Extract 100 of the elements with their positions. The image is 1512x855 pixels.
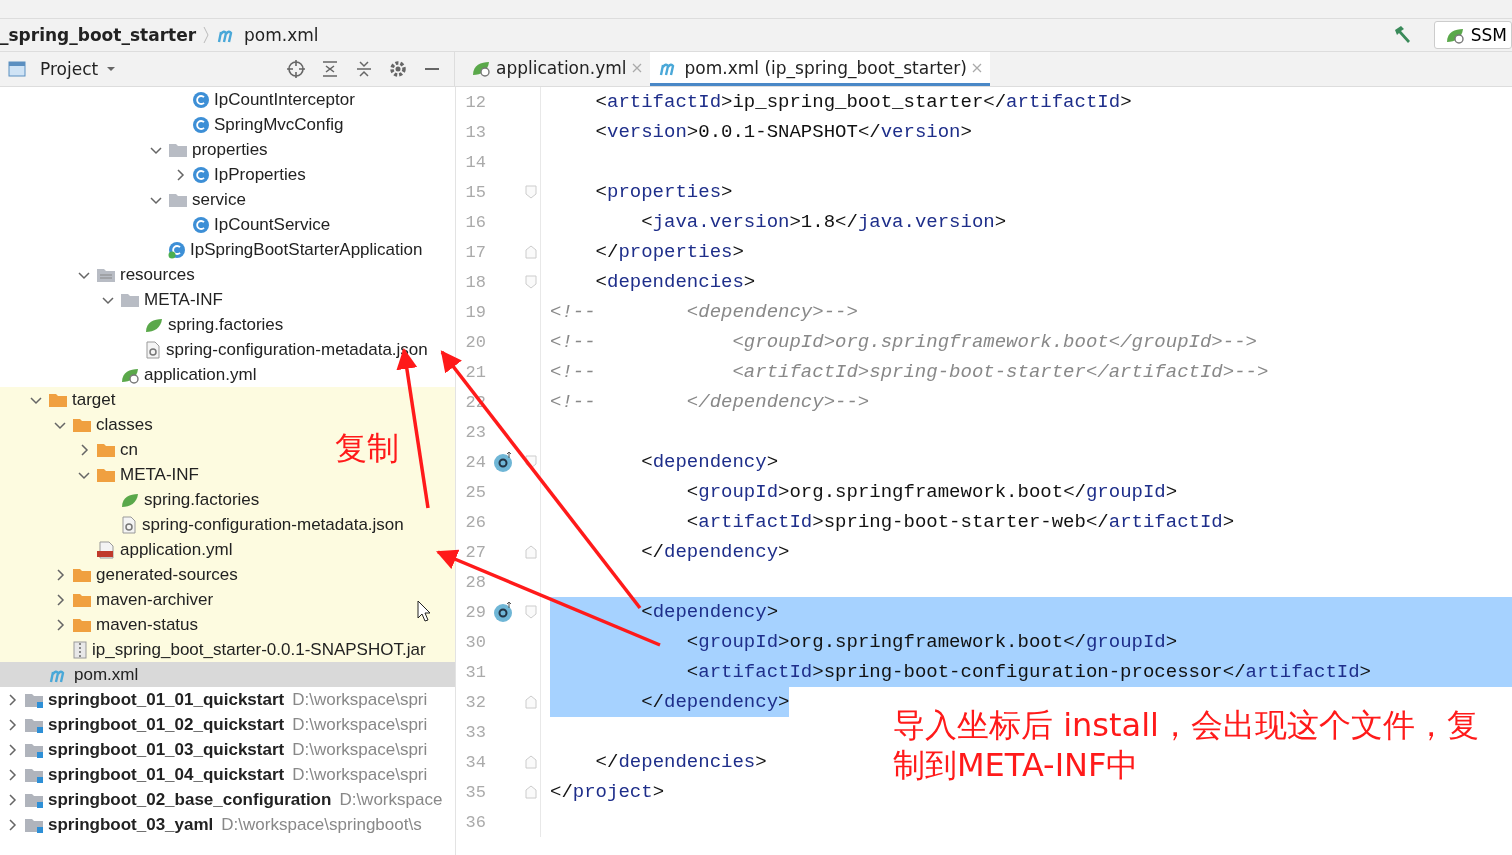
yaml-file-icon (96, 540, 116, 559)
collapsed-chevron-icon[interactable] (6, 793, 18, 806)
fold-start-icon[interactable] (525, 275, 537, 289)
line-number: 30 (464, 632, 486, 652)
settings-icon[interactable] (388, 59, 408, 79)
locate-icon[interactable] (286, 59, 306, 79)
annotation-text: 导入坐标后 install，会出现这个文件，复制到META-INF中 (893, 705, 1480, 785)
line-number: 27 (464, 542, 486, 562)
annotation-text: 复制 (335, 428, 399, 468)
code-line: <!-- </dependency>--> (550, 391, 870, 413)
tree-item[interactable]: springboot_02_base_configuration D:\workspace (4, 787, 443, 812)
line-number: 35 (464, 782, 486, 802)
line-number: 32 (464, 692, 486, 712)
override-marker-icon[interactable] (493, 451, 515, 473)
fold-start-icon[interactable] (525, 185, 537, 199)
collapsed-chevron-icon[interactable] (6, 743, 18, 756)
breadcrumb-file[interactable]: pom.xml (244, 25, 319, 45)
code-line: <version>0.0.1-SNAPSHOT</version> (594, 121, 972, 143)
line-number: 36 (464, 812, 486, 832)
line-number: 18 (464, 272, 486, 292)
editor-tab[interactable]: pom.xml (ip_spring_boot_starter) (649, 52, 990, 86)
tree-item[interactable]: springboot_01_01_quickstart D:\workspace\spri (4, 687, 428, 712)
code-line: <properties> (594, 181, 733, 203)
tree-item[interactable]: cn (76, 437, 138, 462)
collapsed-chevron-icon[interactable] (54, 568, 66, 581)
tree-item[interactable]: IpSpringBootStarterApplication (148, 237, 423, 262)
fold-start-icon[interactable] (525, 605, 537, 619)
code-line: <!-- <artifactId>spring-boot-starter</artifactId>--> (550, 361, 1269, 383)
code-line: <artifactId>spring-boot-configuration-processor</artifactId> (685, 661, 1371, 683)
line-number: 12 (464, 92, 486, 112)
file-gear-icon (120, 515, 138, 534)
code-line: <groupId>org.springframework.boot</groupId> (685, 481, 1178, 503)
line-number: 16 (464, 212, 486, 232)
collapsed-chevron-icon[interactable] (6, 768, 18, 781)
code-line: <dependency> (640, 451, 779, 473)
line-number: 14 (464, 152, 486, 172)
collapse-all-icon[interactable] (320, 59, 340, 79)
class-icon (192, 90, 210, 109)
code-line: <artifactId>ip_spring_boot_starter</artifactId> (594, 91, 1132, 113)
tree-item[interactable]: META-INF (100, 287, 223, 312)
code-line: <!-- <dependency>--> (550, 301, 858, 323)
tree-item[interactable]: IpCountService (172, 212, 331, 237)
code-line: </dependency> (640, 541, 790, 563)
code-line: </properties> (594, 241, 744, 263)
expand-all-icon[interactable] (354, 59, 374, 79)
collapsed-chevron-icon[interactable] (78, 443, 90, 456)
mouse-cursor-icon (417, 600, 431, 622)
tree-item[interactable]: springboot_01_03_quickstart D:\workspace\spri (4, 737, 428, 762)
code-line: <java.version>1.8</java.version> (640, 211, 1007, 233)
tree-item[interactable]: application.yml (100, 362, 257, 387)
tree-item[interactable]: resources (76, 262, 195, 287)
line-number: 20 (464, 332, 486, 352)
class-icon (192, 115, 210, 134)
archive-file-icon (72, 640, 88, 659)
tree-item[interactable]: IpCountInterceptor (172, 87, 355, 112)
collapsed-chevron-icon[interactable] (54, 593, 66, 606)
line-number: 13 (464, 122, 486, 142)
line-number: 25 (464, 482, 486, 502)
line-number: 19 (464, 302, 486, 322)
tree-item[interactable]: properties (148, 137, 268, 162)
fold-start-icon[interactable] (525, 455, 537, 469)
line-number: 21 (464, 362, 486, 382)
tree-item[interactable]: spring-configuration-metadata.json (124, 337, 428, 362)
tree-item[interactable]: SpringMvcConfig (172, 112, 344, 137)
tree-item[interactable]: springboot_01_04_quickstart D:\workspace\spri (4, 762, 428, 787)
code-line: <groupId>org.springframework.boot</groupId> (685, 631, 1178, 653)
line-number: 15 (464, 182, 486, 202)
project-view-dropdown[interactable]: Project (40, 59, 117, 79)
class-icon (192, 215, 210, 234)
code-line: <!-- <groupId>org.springframework.boot</groupId>--> (550, 331, 1257, 353)
collapsed-chevron-icon[interactable] (6, 818, 18, 831)
project-window-icon (8, 61, 26, 77)
collapsed-chevron-icon[interactable] (6, 718, 18, 731)
line-number: 23 (464, 422, 486, 442)
tree-item[interactable]: springboot_03_yaml D:\workspace\springboot\s (4, 812, 422, 837)
collapsed-chevron-icon[interactable] (54, 618, 66, 631)
leaf-icon (1444, 26, 1465, 44)
tree-item[interactable]: springboot_01_02_quickstart D:\workspace\spri (4, 712, 428, 737)
code-line: <dependency> (640, 601, 779, 623)
code-line: </dependencies> (594, 751, 767, 773)
code-line: <dependencies> (594, 271, 756, 293)
tree-item[interactable]: spring.factories (124, 312, 284, 337)
line-number: 31 (464, 662, 486, 682)
application-class-icon (168, 240, 186, 259)
override-marker-icon[interactable] (493, 601, 515, 623)
collapsed-chevron-icon[interactable] (6, 693, 18, 706)
tree-item[interactable]: IpProperties (172, 162, 306, 187)
caret-icon (106, 66, 117, 72)
code-line: <artifactId>spring-boot-starter-web</artifactId> (685, 511, 1235, 533)
tree-item[interactable]: target (28, 387, 116, 412)
class-icon (192, 165, 210, 184)
file-gear-icon (144, 340, 162, 359)
run-configuration-dropdown[interactable]: SSM (1433, 21, 1512, 49)
tree-item[interactable]: service (148, 187, 246, 212)
collapsed-chevron-icon[interactable] (174, 168, 186, 181)
line-number: 34 (464, 752, 486, 772)
breadcrumb-project[interactable]: _spring_boot_starter (0, 25, 197, 45)
line-number: 29 (464, 602, 486, 622)
breadcrumb-separator-icon (202, 25, 211, 45)
editor-tab[interactable]: application.yml (463, 52, 650, 86)
